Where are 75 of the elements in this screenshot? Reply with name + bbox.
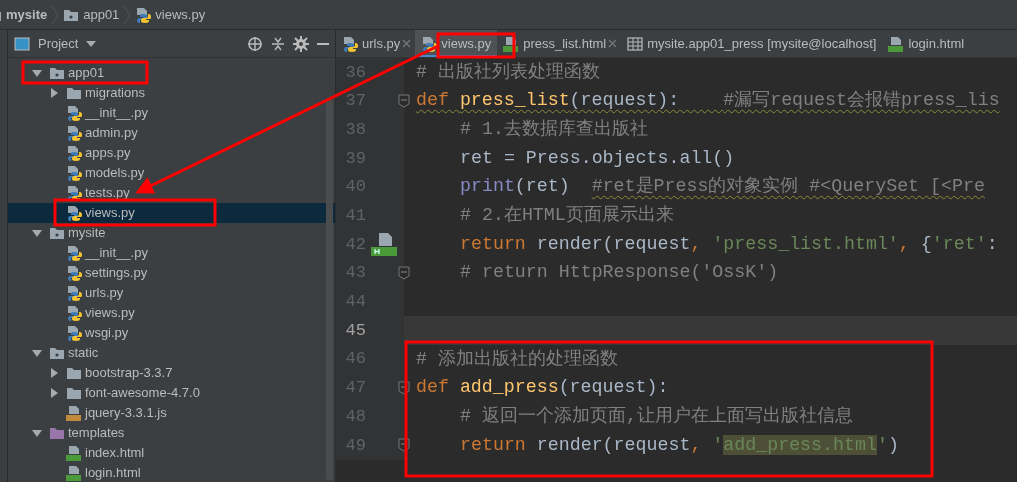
code-line: print(ret) #ret是Press的对象实例 #<QuerySet [<Pre <box>459 175 985 199</box>
js-file-icon <box>66 405 82 421</box>
editor-tab[interactable]: urls.py <box>336 30 407 57</box>
python-file-icon <box>66 265 82 281</box>
editor-tab[interactable]: login.html <box>882 30 971 57</box>
html-file-icon <box>66 445 82 461</box>
code-line: # 出版社列表处理函数 <box>415 60 600 84</box>
package-icon <box>49 226 65 240</box>
panel-title[interactable]: Project <box>38 33 79 54</box>
folder-icon <box>49 426 65 440</box>
code-line: # return HttpResponse('OssK') <box>459 261 779 285</box>
tree-item[interactable]: bootstrap-3.3.7 <box>85 363 173 383</box>
tree-item[interactable]: jquery-3.3.1.js <box>85 403 167 423</box>
tree-item[interactable]: app01 <box>68 63 105 83</box>
breadcrumb-item[interactable]: app01 <box>83 4 120 25</box>
python-file-icon <box>66 245 82 261</box>
code-line: # 添加出版社的处理函数 <box>415 347 618 371</box>
breadcrumb-item[interactable]: views.py <box>155 4 206 25</box>
tree-item[interactable]: templates <box>68 423 125 443</box>
tree-item[interactable]: mysite <box>68 223 106 243</box>
settings-icon <box>293 35 309 52</box>
package-icon <box>49 66 65 80</box>
dropdown-icon <box>86 39 97 48</box>
code-line: # 1.去数据库查出版社 <box>459 118 648 141</box>
tree-item[interactable]: index.html <box>85 443 145 463</box>
python-file-icon <box>66 305 82 321</box>
editor-tab[interactable]: press_list.html <box>497 30 613 57</box>
tree-item[interactable]: apps.py <box>85 143 131 163</box>
collapse-icon <box>271 35 285 52</box>
python-file-icon <box>421 36 438 52</box>
editor-tab[interactable]: mysite.app01_press [mysite@localhost] <box>621 30 883 57</box>
scrollbar[interactable] <box>326 100 333 480</box>
panel-icon <box>14 36 30 51</box>
code-line: # 2.在HTML页面展示出来 <box>459 204 674 228</box>
tree-item[interactable]: __init__.py <box>85 103 148 123</box>
python-file-icon <box>66 145 82 161</box>
python-file-icon <box>66 185 82 201</box>
package-icon <box>63 7 80 22</box>
tree-item[interactable]: tests.py <box>85 183 130 203</box>
tree-item[interactable]: migrations <box>85 83 145 103</box>
folder-icon <box>66 366 82 380</box>
line-number: 45 <box>344 319 366 342</box>
folder-icon <box>66 386 82 400</box>
python-file-icon <box>342 36 358 52</box>
html-file-icon <box>503 36 520 52</box>
table-icon <box>627 37 644 51</box>
tree-item[interactable]: admin.py <box>85 123 138 143</box>
locate-icon <box>247 35 263 52</box>
tree-item[interactable]: login.html <box>85 463 141 482</box>
tree-item[interactable]: __init__.py <box>85 243 148 263</box>
code-line: def add_press(request): <box>415 376 669 400</box>
package-icon <box>49 346 65 360</box>
python-file-icon <box>66 105 82 121</box>
python-file-icon <box>66 205 82 221</box>
html-file-icon <box>888 36 905 52</box>
code-line: ret = Press.objects.all() <box>459 146 735 170</box>
python-file-icon <box>135 6 152 23</box>
tree-item[interactable]: models.py <box>85 163 145 183</box>
code-line: def press_list(request): #漏写request会报错press_lis <box>415 89 1000 113</box>
tree-item[interactable]: wsgi.py <box>85 323 129 343</box>
code-line: return render(request, 'press_list.html', {'ret': <box>459 232 998 256</box>
python-file-icon <box>66 165 82 181</box>
folder-icon <box>66 86 82 100</box>
tree-item[interactable]: views.py <box>85 303 135 323</box>
python-file-icon <box>66 125 82 141</box>
tree-item[interactable]: urls.py <box>85 283 124 303</box>
tree-item[interactable]: views.py <box>85 203 135 223</box>
tree-item[interactable]: settings.py <box>85 263 148 283</box>
code-line: # 返回一个添加页面,让用户在上面写出版社信息 <box>459 404 853 428</box>
breadcrumb-item[interactable]: mysite <box>6 4 48 25</box>
python-file-icon <box>66 285 82 301</box>
tree-item[interactable]: font-awesome-4.7.0 <box>85 383 200 403</box>
tree-item[interactable]: static <box>68 343 99 363</box>
html-file-icon <box>66 465 82 481</box>
python-file-icon <box>66 325 82 341</box>
